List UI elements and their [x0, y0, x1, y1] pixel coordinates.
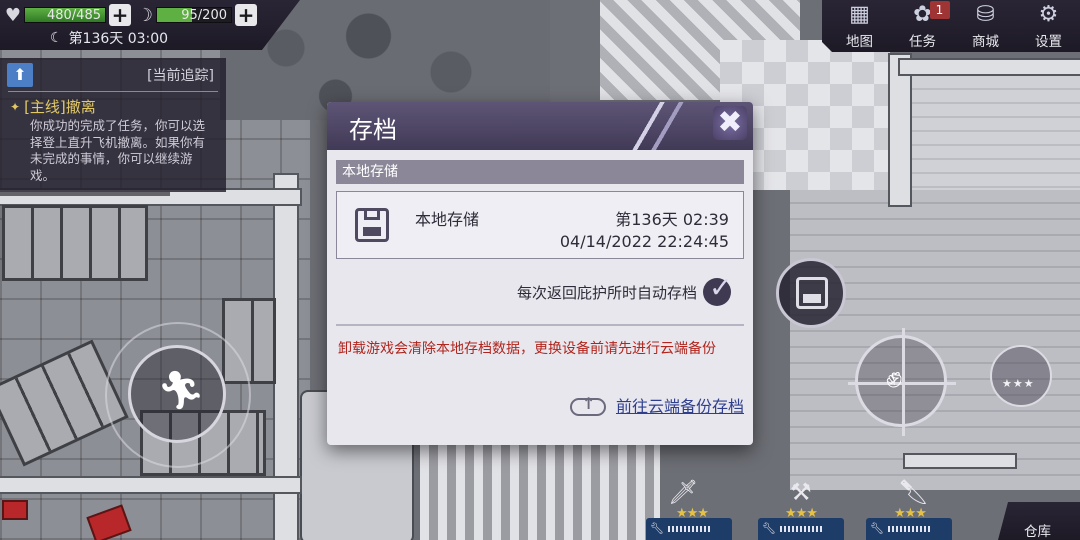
durability-bar [887, 526, 932, 532]
cloud-upload-icon [566, 392, 610, 418]
striped-mat [420, 440, 660, 540]
quest-title-text: [主线]撤离 [24, 98, 96, 116]
dialog-title-bar: 存档 ✖ [327, 102, 753, 150]
wooden-crate [2, 205, 148, 281]
coins-icon: ⛁ [976, 2, 995, 27]
switch-weapon-button[interactable]: ★★★ [990, 345, 1052, 407]
day-time: ☾ 第136天 03:00 [50, 28, 168, 48]
uninstall-warning: 卸载游戏会清除本地存档数据，更换设备前请先进行云端备份 [338, 341, 716, 357]
stomach-icon: ☽ [136, 4, 154, 26]
shop-button[interactable]: ⛁ 商城 [957, 0, 1015, 52]
local-storage-header: 本地存储 [336, 160, 744, 184]
weapon-rating: ★★★ [1002, 377, 1035, 390]
quickslot-2[interactable]: 🔧︎ [758, 518, 844, 540]
quest-marker-icon: ✦ [10, 99, 21, 114]
tracker-footer [0, 192, 170, 196]
red-supply [2, 500, 28, 520]
day-time-text: 第136天 03:00 [68, 31, 169, 47]
attack-button[interactable]: ✊︎ [848, 328, 956, 436]
workshop-floor [900, 60, 1080, 200]
fist-icon: ✊︎ [886, 360, 903, 395]
tasks-badge: 1 [929, 1, 950, 19]
settings-button[interactable]: ⚙ 设置 [1020, 0, 1078, 52]
add-stamina-button[interactable]: + [235, 4, 257, 26]
wall [905, 455, 1015, 467]
divider [336, 324, 744, 326]
cloud-backup-link[interactable]: 前往云端备份存档 [566, 392, 744, 418]
save-dialog: 存档 ✖ 本地存储 本地存储 第136天 02:39 04/14/2022 22… [327, 102, 753, 445]
movement-joystick[interactable]: 🏃︎ [128, 345, 226, 443]
shop-label: 商城 [972, 34, 999, 50]
map-label: 地图 [846, 34, 873, 50]
autosave-option[interactable]: 每次返回庇护所时自动存档 ✓ [516, 271, 732, 306]
gear-icon: ⚙ [1038, 2, 1059, 27]
spiked-club-icon: ⚒︎ [790, 478, 812, 506]
tracker-header: [当前追踪] [147, 68, 214, 84]
slot-datetime: 04/14/2022 22:24:45 [559, 232, 729, 251]
status-hud: ♥ 480/485 + ☽ 95/200 + ☾ 第136天 03:00 [0, 0, 300, 50]
warehouse-button[interactable]: 仓库 [998, 502, 1080, 540]
wall [900, 60, 1080, 74]
stamina-bar: 95/200 [156, 7, 232, 23]
durability-bar [667, 526, 712, 532]
moon-icon: ☾ [50, 30, 63, 46]
durability-bar [779, 526, 824, 532]
close-button[interactable]: ✖ [713, 106, 747, 140]
stamina-stat: ☽ 95/200 + [134, 4, 257, 26]
tasks-label: 任务 [909, 34, 936, 50]
top-menu: ▦ 地图 ✿ 1 任务 ⛁ 商城 ⚙ 设置 [822, 0, 1080, 52]
title-decoration [613, 102, 703, 150]
warehouse-label: 仓库 [1024, 524, 1051, 540]
slot-game-day: 第136天 02:39 [615, 210, 729, 229]
quest-tracker[interactable]: ⬆ [当前追踪] ✦ [主线]撤离 你成功的完成了任务，你可以选择登上直升飞机撤… [0, 58, 226, 192]
wall [0, 478, 300, 492]
settings-label: 设置 [1035, 34, 1062, 50]
floppy-disk-icon [355, 208, 389, 242]
map-icon: ▦ [849, 2, 870, 27]
quickslot-3[interactable]: 🔧︎ [866, 518, 952, 540]
wooden-floor [790, 190, 1080, 490]
running-man-icon: 🏃︎ [157, 368, 206, 412]
health-bar: 480/485 [24, 7, 106, 23]
heart-icon: ♥ [4, 4, 22, 26]
save-slot[interactable]: 本地存储 第136天 02:39 04/14/2022 22:24:45 [336, 191, 744, 259]
map-button[interactable]: ▦ 地图 [831, 0, 889, 52]
quickslot-1[interactable]: 🔧︎ [646, 518, 732, 540]
tasks-button[interactable]: ✿ 1 任务 [894, 0, 952, 52]
quest-description: 你成功的完成了任务，你可以选择登上直升飞机撤离。如果你有未完成的事情，你可以继续… [30, 118, 206, 183]
save-floating-button[interactable] [776, 258, 846, 328]
wall [890, 55, 910, 205]
floppy-disk-icon [796, 277, 828, 309]
autosave-label: 每次返回庇护所时自动存档 [516, 283, 697, 302]
add-health-button[interactable]: + [109, 4, 131, 26]
health-stat: ♥ 480/485 + [2, 4, 131, 26]
machete-icon: 🔪︎ [898, 478, 929, 506]
checkmark-icon: ✓ [709, 271, 733, 304]
cloud-backup-text[interactable]: 前往云端备份存档 [616, 393, 744, 417]
quest-title[interactable]: ✦ [主线]撤离 [10, 96, 96, 117]
divider [8, 91, 218, 92]
slot-name: 本地存储 [415, 210, 480, 229]
knife-icon: 🗡︎ [668, 478, 699, 506]
collapse-arrow-icon[interactable]: ⬆ [7, 63, 33, 87]
dialog-title: 存档 [349, 116, 397, 144]
autosave-checkbox[interactable]: ✓ [703, 271, 732, 306]
